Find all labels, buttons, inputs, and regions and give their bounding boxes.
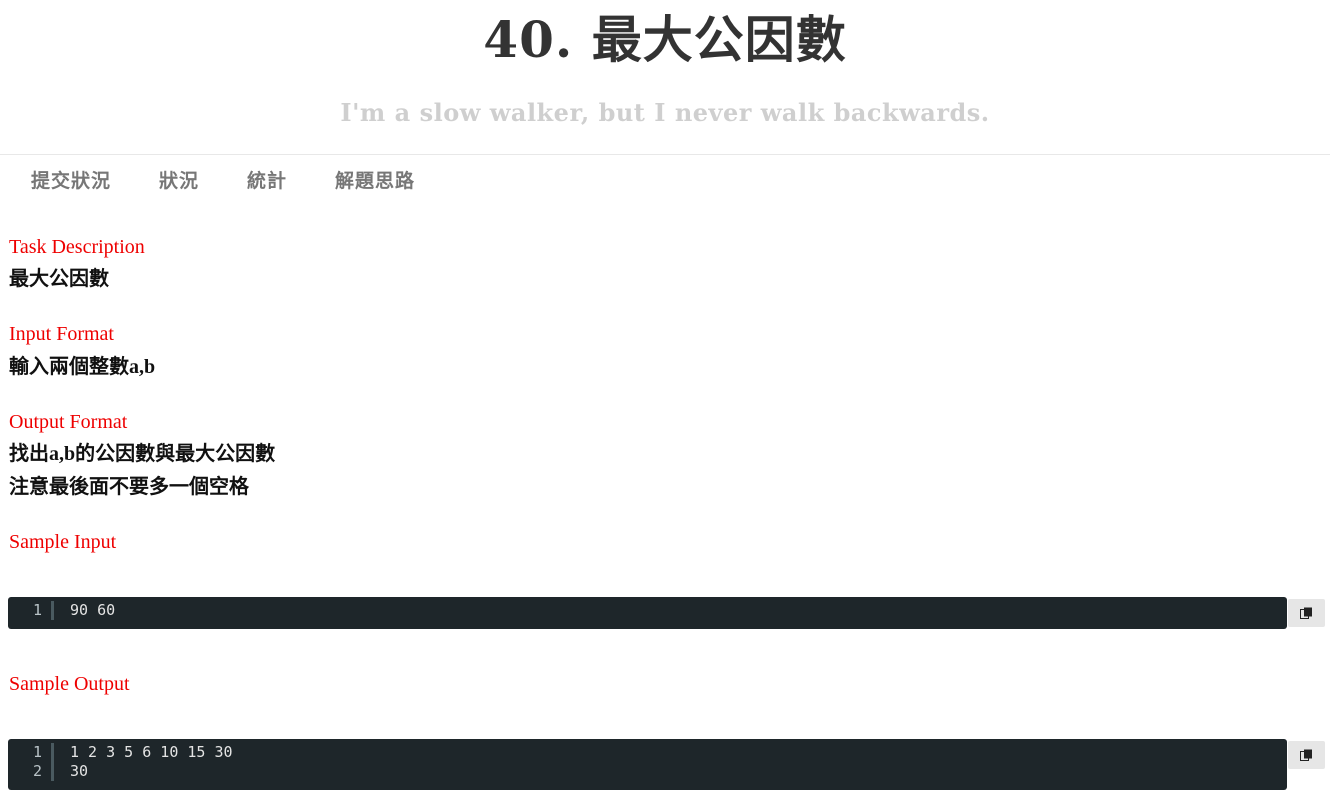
tab-status[interactable]: 狀況 <box>159 166 199 196</box>
code-text: 30 <box>70 762 89 780</box>
task-description-label: Task Description <box>9 236 145 258</box>
page-subtitle: I'm a slow walker, but I never walk back… <box>340 98 990 127</box>
code-line: 2 30 <box>8 762 1287 781</box>
output-format-label: Output Format <box>9 411 128 433</box>
tab-bar: 提交狀況 狀況 統計 解題思路 <box>31 166 463 196</box>
code-text: 1 2 3 5 6 10 15 30 <box>70 743 233 761</box>
output-format-line: 找出a,b的公因數與最大公因數 <box>9 443 276 465</box>
sample-output-code: 1 1 2 3 5 6 10 15 30 2 30 <box>8 739 1287 790</box>
code-line: 1 90 60 <box>8 601 1287 620</box>
line-number: 1 <box>8 601 54 620</box>
sample-input-label: Sample Input <box>9 531 117 553</box>
output-format-line: 注意最後面不要多一個空格 <box>9 476 249 498</box>
copy-sample-output-button[interactable] <box>1288 741 1325 769</box>
page-title: 40. 最大公因數 <box>483 10 847 69</box>
sample-output-label: Sample Output <box>9 673 130 695</box>
tab-statistics[interactable]: 統計 <box>247 166 287 196</box>
code-line: 1 1 2 3 5 6 10 15 30 <box>8 743 1287 762</box>
line-number: 1 <box>8 743 54 762</box>
input-format-label: Input Format <box>9 323 114 345</box>
copy-icon <box>1300 749 1312 761</box>
tab-submission-status[interactable]: 提交狀況 <box>31 166 111 196</box>
code-text: 90 60 <box>70 601 116 619</box>
page-header: 40. 最大公因數 I'm a slow walker, but I never… <box>0 0 1330 155</box>
copy-icon <box>1300 607 1312 619</box>
task-description-text: 最大公因數 <box>9 268 109 290</box>
copy-sample-input-button[interactable] <box>1288 599 1325 627</box>
input-format-text: 輸入兩個整數a,b <box>9 356 156 378</box>
tab-solution-ideas[interactable]: 解題思路 <box>335 166 415 196</box>
sample-input-code: 1 90 60 <box>8 597 1287 629</box>
line-number: 2 <box>8 762 54 781</box>
